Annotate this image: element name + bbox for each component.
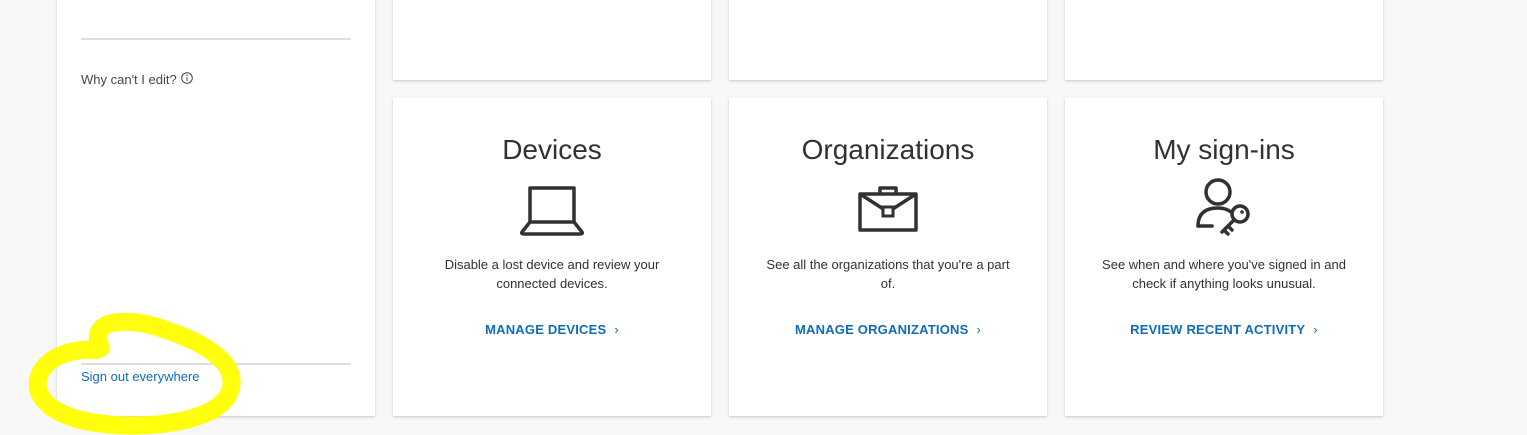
why-cant-edit[interactable]: Why can't I edit?: [81, 71, 193, 87]
sign-ins-card-title: My sign-ins: [1153, 134, 1295, 165]
laptop-icon: [520, 186, 584, 236]
sidebar-divider-top: [81, 38, 351, 40]
chevron-right-icon: ›: [614, 322, 619, 337]
review-recent-activity-label: REVIEW RECENT ACTIVITY: [1130, 322, 1306, 337]
sign-ins-card: My sign-ins See when and where you've si…: [1065, 98, 1383, 416]
organizations-card-title: Organizations: [801, 134, 975, 165]
sidebar-divider-bottom: [81, 363, 351, 365]
review-recent-activity-link[interactable]: REVIEW RECENT ACTIVITY ›: [1065, 322, 1383, 337]
sign-ins-card-description: See when and where you've signed in and …: [1102, 257, 1346, 291]
user-key-icon: [1196, 178, 1250, 236]
card-top-2: [729, 0, 1047, 80]
sidebar-panel: Why can't I edit? Sign out everywhere: [57, 0, 375, 416]
manage-organizations-label: MANAGE ORGANIZATIONS: [794, 322, 969, 337]
organizations-card-description: See all the organizations that you're a …: [766, 257, 1010, 291]
devices-card-description: Disable a lost device and review your co…: [444, 257, 660, 291]
briefcase-icon: [858, 186, 918, 232]
card-top-1: [393, 0, 711, 80]
devices-card-title: Devices: [502, 134, 602, 165]
manage-devices-link[interactable]: MANAGE DEVICES ›: [393, 322, 711, 337]
chevron-right-icon: ›: [1313, 322, 1318, 337]
devices-card: Devices Disable a lost device and review…: [393, 98, 711, 416]
organizations-card: Organizations See all the organizations …: [729, 98, 1047, 416]
card-top-3: [1065, 0, 1383, 80]
sign-out-everywhere-link[interactable]: Sign out everywhere: [81, 369, 200, 384]
chevron-right-icon: ›: [976, 322, 981, 337]
manage-organizations-link[interactable]: MANAGE ORGANIZATIONS ›: [729, 322, 1047, 337]
manage-devices-label: MANAGE DEVICES: [485, 322, 607, 337]
info-icon[interactable]: [180, 71, 193, 84]
why-cant-edit-label: Why can't I edit?: [81, 72, 177, 87]
